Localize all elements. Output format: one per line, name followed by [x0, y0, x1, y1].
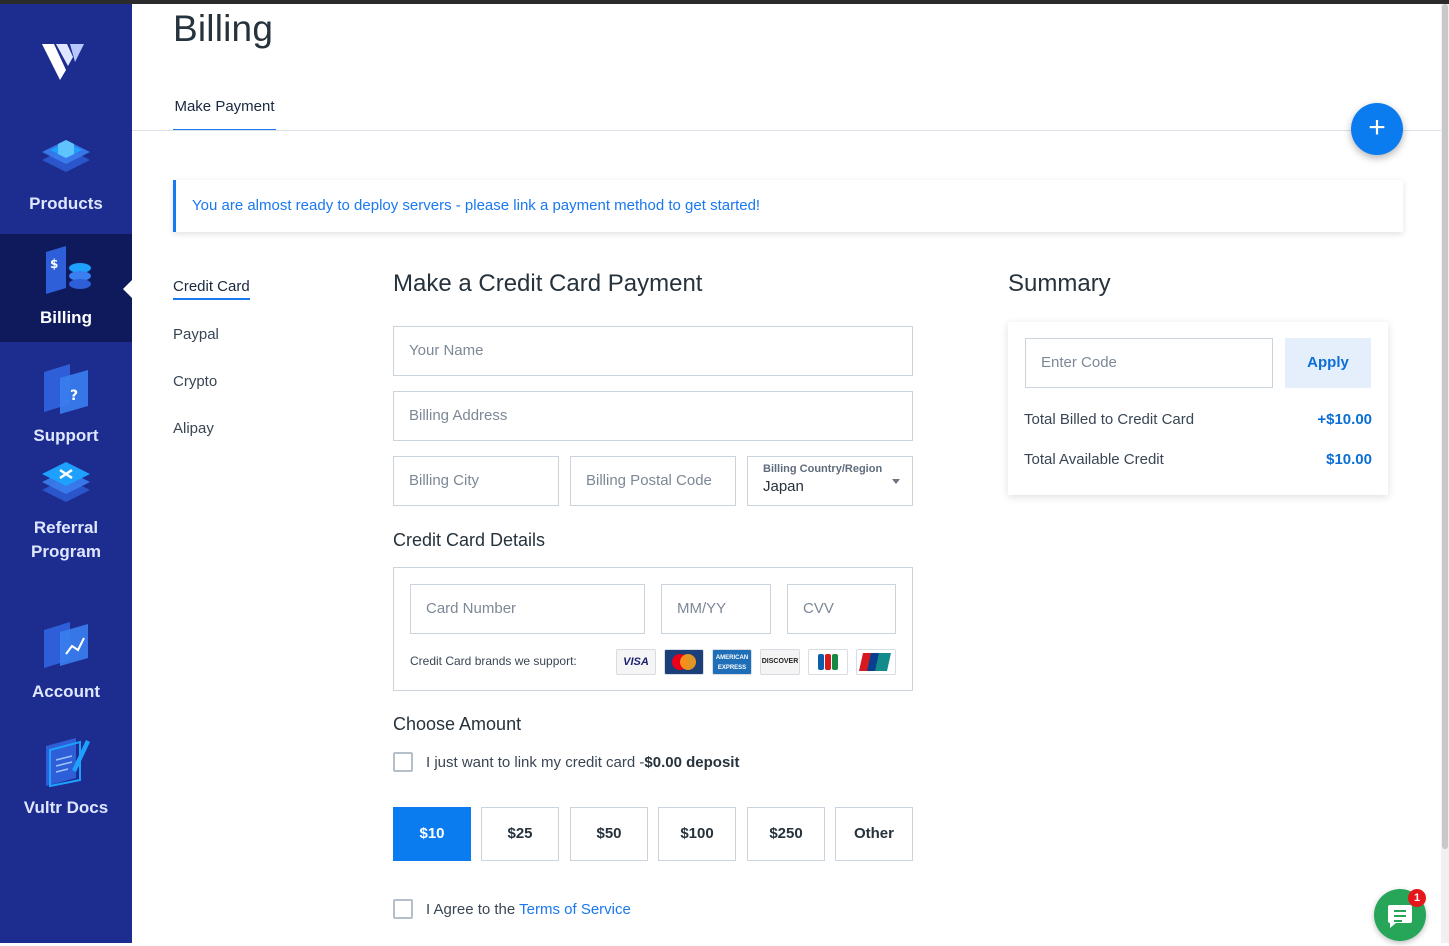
amount-250-button[interactable]: $250	[747, 807, 825, 861]
amount-100-button[interactable]: $100	[658, 807, 736, 861]
summary-title: Summary	[1008, 270, 1111, 297]
visa-logo: VISA	[616, 649, 656, 675]
tabs-divider	[132, 130, 1441, 131]
billing-country-select[interactable]: Billing Country/Region Japan	[747, 456, 913, 506]
card-number-field[interactable]: Card Number	[410, 584, 645, 634]
summary-credit-value: $10.00	[1326, 451, 1372, 468]
sidebar-item-vultr-docs[interactable]: Vultr Docs	[0, 724, 132, 832]
sidebar-item-label: Account	[32, 682, 100, 701]
billing-city-field[interactable]: Billing City	[393, 456, 559, 506]
cvv-field[interactable]: CVV	[787, 584, 896, 634]
summary-billed-value: +$10.00	[1317, 411, 1372, 428]
tab-make-payment[interactable]: Make Payment	[173, 96, 276, 131]
plus-icon: +	[1368, 111, 1386, 144]
mastercard-logo	[664, 649, 704, 675]
amount-25-button[interactable]: $25	[481, 807, 559, 861]
terms-of-service-link[interactable]: Terms of Service	[519, 901, 631, 918]
sidebar-item-label: Referral Program	[31, 518, 101, 561]
sidebar-item-label: Billing	[40, 308, 92, 327]
sidebar-item-label: Vultr Docs	[23, 798, 109, 817]
billing-country-value: Japan	[763, 478, 804, 495]
method-credit-card[interactable]: Credit Card	[173, 278, 250, 300]
sidebar-item-account[interactable]: Account	[0, 608, 132, 716]
sidebar: Products $ Billing ? Support Referral Pr…	[0, 4, 132, 943]
credit-card-details-title: Credit Card Details	[393, 530, 546, 550]
agree-terms-label: I Agree to the Terms of Service	[426, 901, 631, 918]
amount-10-button[interactable]: $10	[393, 807, 471, 861]
chat-badge: 1	[1408, 889, 1426, 907]
page-title: Billing	[173, 8, 274, 49]
amount-other-button[interactable]: Other	[835, 807, 913, 861]
method-alipay[interactable]: Alipay	[173, 420, 214, 437]
amex-logo: AMERICAN EXPRESS	[712, 649, 752, 675]
sidebar-item-billing[interactable]: $ Billing	[0, 234, 132, 342]
expiry-field[interactable]: MM/YY	[661, 584, 771, 634]
unionpay-logo	[856, 649, 896, 675]
sidebar-item-products[interactable]: Products	[0, 120, 132, 228]
agree-terms-checkbox[interactable]	[393, 899, 413, 919]
page-scrollbar[interactable]	[1441, 4, 1449, 943]
payment-form-title: Make a Credit Card Payment	[393, 270, 703, 297]
sidebar-item-label: Products	[29, 194, 103, 213]
method-paypal[interactable]: Paypal	[173, 326, 219, 343]
referral-icon	[36, 452, 96, 510]
promo-code-field[interactable]: Enter Code	[1025, 338, 1273, 388]
billing-icon: $	[36, 242, 96, 300]
method-crypto[interactable]: Crypto	[173, 373, 217, 390]
chevron-down-icon	[892, 479, 900, 484]
support-icon: ?	[36, 360, 96, 418]
active-indicator	[123, 280, 132, 298]
billing-address-field[interactable]: Billing Address	[393, 391, 913, 441]
link-card-only-label: I just want to link my credit card -$0.0…	[426, 754, 740, 771]
summary-billed-label: Total Billed to Credit Card	[1024, 411, 1195, 428]
docs-icon	[36, 732, 96, 790]
scrollbar-thumb[interactable]	[1442, 4, 1448, 849]
svg-text:?: ?	[70, 388, 78, 404]
sidebar-item-label: Support	[33, 426, 99, 445]
svg-text:$: $	[50, 257, 58, 271]
summary-credit-label: Total Available Credit	[1024, 451, 1164, 468]
amount-50-button[interactable]: $50	[570, 807, 648, 861]
account-icon	[36, 616, 96, 674]
notice-banner: You are almost ready to deploy servers -…	[173, 180, 1403, 232]
sidebar-item-referral-program[interactable]: Referral Program	[0, 462, 132, 576]
billing-country-label: Billing Country/Region	[763, 463, 883, 475]
vultr-logo-icon[interactable]	[40, 40, 88, 86]
discover-logo: DISCOVER	[760, 649, 800, 675]
apply-button[interactable]: Apply	[1285, 338, 1371, 388]
link-card-only-checkbox[interactable]	[393, 752, 413, 772]
add-button[interactable]: +	[1351, 103, 1403, 155]
jcb-logo	[808, 649, 848, 675]
sidebar-item-support[interactable]: ? Support	[0, 352, 132, 460]
products-icon	[36, 128, 96, 186]
choose-amount-title: Choose Amount	[393, 714, 522, 734]
window-top-border	[0, 0, 1449, 4]
billing-postal-code-field[interactable]: Billing Postal Code	[570, 456, 736, 506]
card-brands-text: Credit Card brands we support:	[410, 654, 577, 668]
your-name-field[interactable]: Your Name	[393, 326, 913, 376]
